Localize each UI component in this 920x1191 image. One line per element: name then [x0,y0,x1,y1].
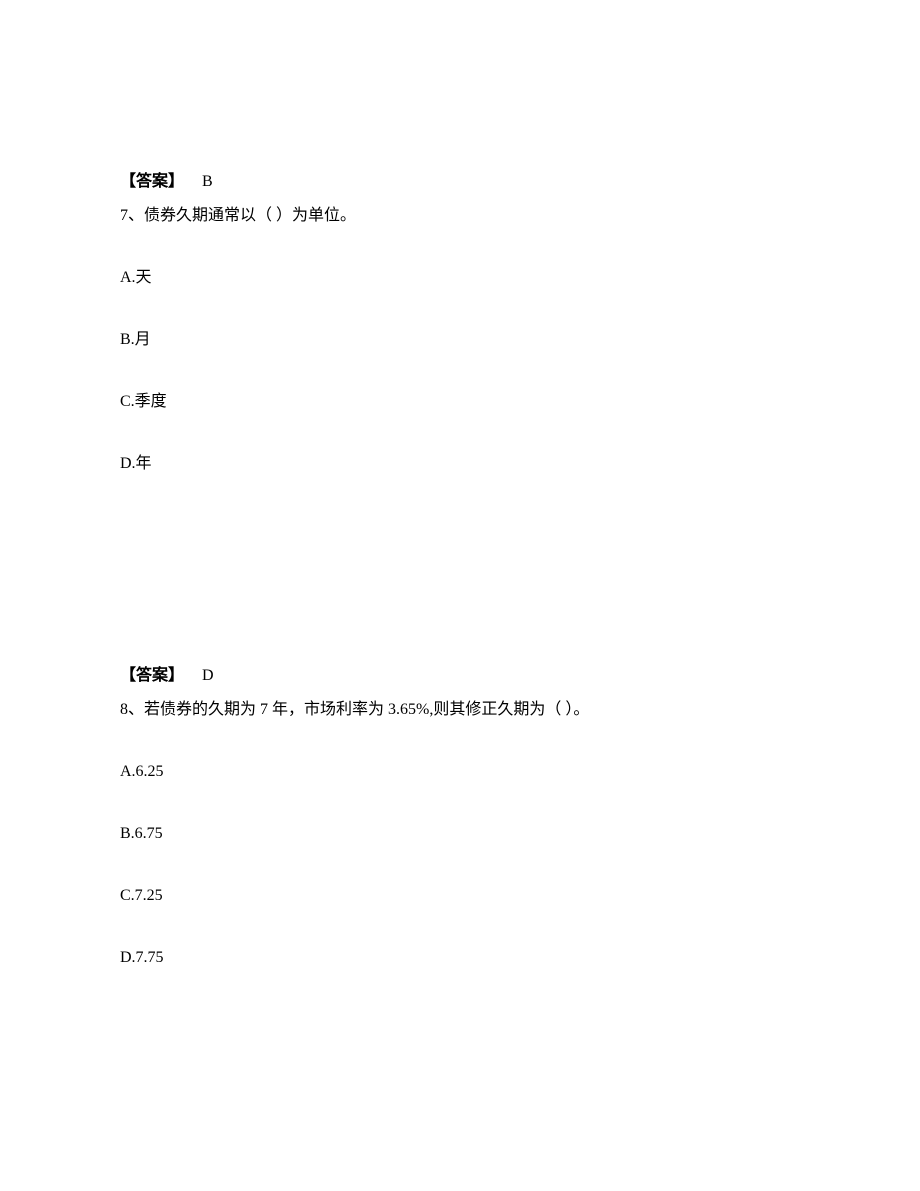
answer-label-1: 【答案】 [120,173,184,190]
answer-label-2: 【答案】 [120,667,184,684]
answer-value-2: D [202,667,214,684]
question-8-option-a: A.6.25 [120,760,800,784]
question-7-option-a: A.天 [120,266,800,290]
question-8-option-b: B.6.75 [120,822,800,846]
answer-block-2: 【答案】 D [120,664,800,688]
question-7: 7、债券久期通常以（ ）为单位。 [120,204,800,228]
spacing-gap-1 [120,514,800,664]
question-7-number: 7、 [120,207,144,224]
answer-value-1: B [202,173,213,190]
question-8-text: 若债券的久期为 7 年，市场利率为 3.65%,则其修正久期为（ ）。 [144,701,589,718]
question-8: 8、若债券的久期为 7 年，市场利率为 3.65%,则其修正久期为（ ）。 [120,698,800,722]
question-8-option-c: C.7.25 [120,884,800,908]
question-8-option-d: D.7.75 [120,946,800,970]
answer-block-1: 【答案】 B [120,170,800,194]
question-7-option-b: B.月 [120,328,800,352]
question-7-option-d: D.年 [120,452,800,476]
question-7-text: 债券久期通常以（ ）为单位。 [144,207,356,224]
question-7-option-c: C.季度 [120,390,800,414]
question-8-number: 8、 [120,701,144,718]
